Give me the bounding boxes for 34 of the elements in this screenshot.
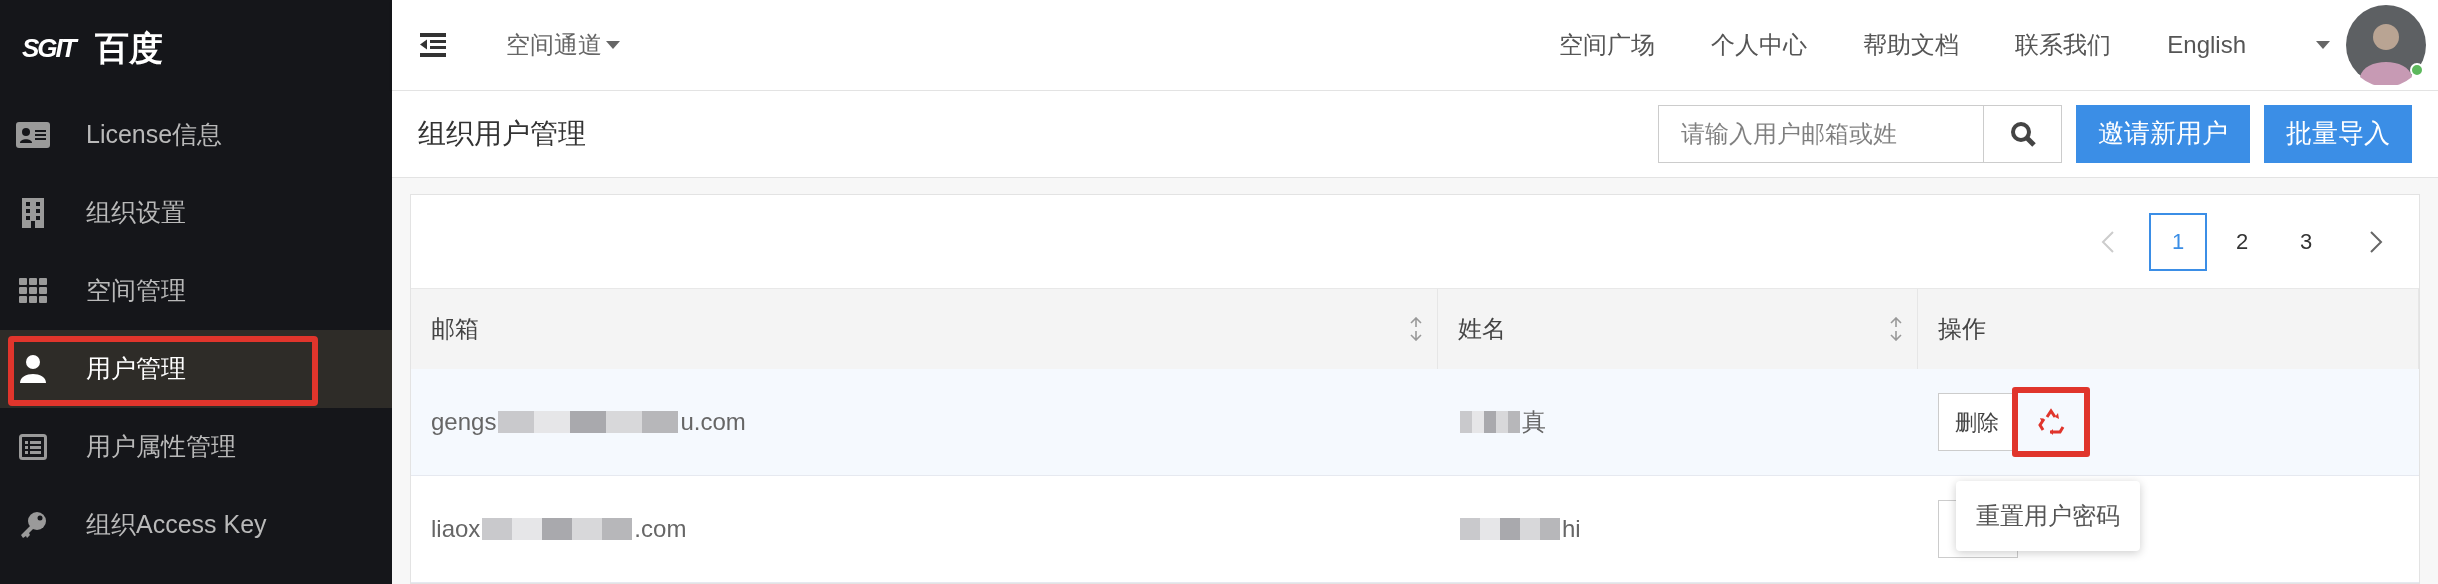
email-start: gengs [431, 407, 497, 437]
name-end: hi [1562, 514, 1581, 544]
sidebar-label: 组织Access Key [86, 509, 267, 541]
sidebar-item[interactable]: License信息 [0, 96, 392, 174]
search-field[interactable]: 请输入用户邮箱或姓 [1658, 104, 1984, 163]
page-button[interactable]: 2 [2213, 212, 2271, 271]
table-row[interactable]: gengs u.com 真 删除 [411, 369, 2419, 476]
language-menu[interactable]: English [2167, 26, 2330, 63]
sidebar-item[interactable]: 组织设置 [0, 174, 392, 252]
sidebar-item[interactable]: 用户属性管理 [0, 408, 392, 486]
email-start: liaox [431, 514, 481, 544]
name-end: 真 [1522, 407, 1546, 437]
sidebar-item[interactable]: 组织Access Key [0, 486, 392, 564]
nav-link[interactable]: 帮助文档 [1863, 26, 1960, 63]
email-end: u.com [680, 407, 746, 437]
sidebar-label: License信息 [86, 119, 223, 151]
nav-link[interactable]: 空间广场 [1559, 26, 1656, 63]
sidebar-item[interactable]: 空间管理 [0, 252, 392, 330]
sidebar-label: 空间管理 [86, 275, 186, 307]
page-button[interactable]: 3 [2277, 212, 2335, 271]
sidebar-label: 组织设置 [86, 197, 186, 229]
email-end: .com [634, 514, 687, 544]
nav-link[interactable]: 个人中心 [1711, 26, 1808, 63]
sidebar-item[interactable]: 用户管理 [0, 330, 392, 408]
sidebar-label: 用户属性管理 [86, 431, 236, 463]
page-title: 组织用户管理 [418, 116, 587, 151]
sidebar-label: 用户管理 [86, 353, 186, 385]
space-menu[interactable]: 空间通道 [506, 26, 620, 63]
tooltip: 重置用户密码 [1956, 481, 2140, 551]
header-label: 操作 [1938, 314, 1987, 344]
brand-title: 百度 [94, 27, 163, 69]
header-label: 姓名 [1458, 314, 1507, 344]
nav-link[interactable]: 联系我们 [2015, 26, 2112, 63]
header-label: 邮箱 [431, 314, 480, 344]
